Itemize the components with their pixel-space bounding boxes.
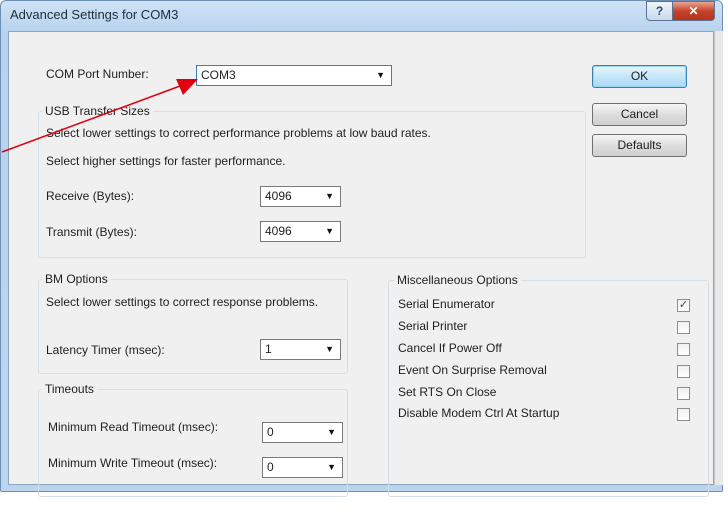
annotation-arrow-icon bbox=[1, 79, 198, 153]
